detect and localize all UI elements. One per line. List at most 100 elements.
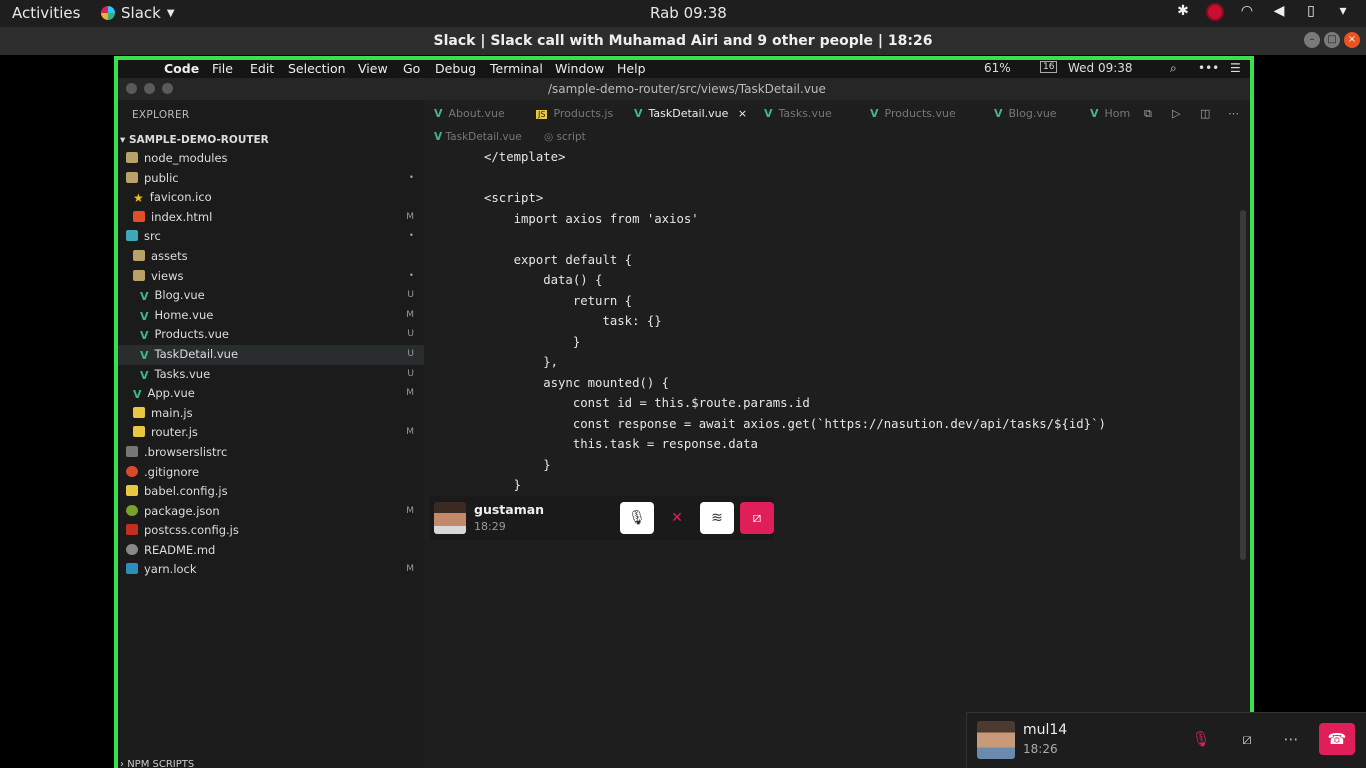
system-clock[interactable]: Rab 09:38 [650,4,727,22]
tab-close-icon[interactable]: × [738,107,747,120]
activities-button[interactable]: Activities [12,4,80,22]
file-tree-item[interactable]: package.json M [118,502,424,522]
file-tree-item[interactable]: .gitignore [118,463,424,483]
file-tree-item[interactable]: node_modules [118,149,424,169]
file-name: favicon.ico [149,190,212,205]
menu-help[interactable]: Help [617,61,646,76]
tab-tasks[interactable]: V Tasks.vue [764,107,832,120]
breadcrumb: V TaskDetail.vue ◎ script [424,128,1250,148]
power-menu-icon[interactable]: ▾ [1334,3,1352,21]
editor-scrollbar[interactable] [1240,210,1246,560]
code-line: }, [484,355,559,369]
tab-taskdetail[interactable]: V TaskDetail.vue × [634,107,747,120]
close-icon[interactable]: × [1344,32,1360,48]
file-tree-item[interactable]: V App.vue M [118,384,424,404]
mic-off-icon[interactable]: 🎙 [1183,723,1219,755]
more-icon[interactable]: ••• [1198,61,1219,75]
microphone-icon[interactable]: 🎙 [620,502,654,534]
slack-tray-icon[interactable]: ✱ [1174,3,1192,21]
volume-icon[interactable]: ◀ [1270,3,1288,21]
tab-about[interactable]: V About.vue [434,107,505,120]
tab-products[interactable]: V Products.vue [870,107,956,120]
file-tree-item[interactable]: postcss.config.js [118,521,424,541]
npm-scripts-section[interactable]: › NPM SCRIPTS [120,759,194,768]
menu-file[interactable]: File [212,61,233,76]
battery-icon[interactable]: ▯ [1302,3,1320,21]
code-editor[interactable]: </template> <script> import axios from 'a… [424,150,1250,710]
file-name: Blog.vue [154,288,205,303]
npm-scripts-label: NPM SCRIPTS [127,759,195,768]
tab-home[interactable]: V Hom [1090,107,1130,120]
file-tree-item[interactable]: README.md [118,541,424,561]
file-tree-item[interactable]: assets [118,247,424,267]
file-tree-item[interactable]: ★ favicon.ico [118,188,424,208]
tab-blog[interactable]: V Blog.vue [994,107,1057,120]
traffic-zoom-icon[interactable] [162,83,173,94]
compare-icon[interactable]: ⧉ [1144,107,1152,121]
vue-icon: V [140,348,149,362]
file-tree-item[interactable]: .browserslistrc [118,443,424,463]
info-icon [126,543,138,555]
shared-screen: Code File Edit Selection View Go Debug T… [114,56,1254,768]
file-tree-item[interactable]: public • [118,169,424,189]
traffic-close-icon[interactable] [126,83,137,94]
menu-terminal[interactable]: Terminal [490,61,543,76]
file-tree-item[interactable]: V Home.vue M [118,306,424,326]
maximize-icon[interactable]: □ [1324,32,1340,48]
file-name: Products.vue [154,327,229,342]
traffic-minimize-icon[interactable] [144,83,155,94]
screen-share-off-icon[interactable]: ⧄ [740,502,774,534]
record-indicator-icon[interactable] [1206,3,1224,21]
menu-go[interactable]: Go [403,61,420,76]
end-call-button[interactable]: ☎ [1319,723,1355,755]
list-icon[interactable]: ☰ [1230,61,1241,75]
menu-edit[interactable]: Edit [250,61,274,76]
menu-app-name[interactable]: Code [164,61,199,76]
minimize-icon[interactable]: – [1304,32,1320,48]
screen-draw-icon[interactable]: ≋ [700,502,734,534]
menu-debug[interactable]: Debug [435,61,476,76]
app-menu[interactable]: Slack ▼ [101,4,175,22]
search-icon[interactable]: ⌕ [1170,61,1177,76]
file-tree-item[interactable]: babel.config.js [118,482,424,502]
git-status-badge: M [406,505,414,516]
more-actions-icon[interactable]: ⋯ [1228,107,1239,120]
file-name: .gitignore [144,464,200,479]
file-path: /sample-demo-router/src/views/TaskDetail… [548,82,826,96]
mac-clock[interactable]: Wed 09:38 [1068,61,1133,75]
file-tree-item[interactable]: V Products.vue U [118,325,424,345]
self-time: 18:26 [1023,742,1058,756]
tab-products-js[interactable]: JS Products.js [536,107,613,120]
vue-icon: V [434,107,443,120]
run-icon[interactable]: ▷ [1172,107,1180,120]
file-tree-item[interactable]: yarn.lock M [118,560,424,580]
more-icon[interactable]: ⋯ [1273,723,1309,755]
git-status-badge: M [406,427,414,438]
file-tree-item[interactable]: main.js [118,404,424,424]
tab-label: Products.vue [884,107,956,120]
wifi-icon[interactable]: ◠ [1238,3,1256,21]
project-root[interactable]: ▾ SAMPLE-DEMO-ROUTER [120,134,269,146]
tab-label: Products.js [553,107,614,120]
file-name: babel.config.js [144,484,228,499]
file-tree: node_modules public • ★ favicon.ico index.htm… [118,149,424,580]
menu-window[interactable]: Window [555,61,604,76]
video-off-icon[interactable]: ⧄ [1229,723,1265,755]
mute-participant-icon[interactable]: ✕ [660,502,694,534]
file-tree-item[interactable]: V Tasks.vue U [118,365,424,385]
file-tree-item[interactable]: views • [118,267,424,287]
file-tree-item[interactable]: router.js M [118,423,424,443]
breadcrumb-file[interactable]: V TaskDetail.vue [434,131,522,143]
file-name: index.html [151,209,213,224]
menu-view[interactable]: View [358,61,388,76]
menu-selection[interactable]: Selection [288,61,346,76]
calendar-badge[interactable]: 16 [1040,61,1058,73]
file-name: package.json [144,503,220,518]
file-tree-item[interactable]: src • [118,227,424,247]
breadcrumb-symbol[interactable]: ◎ script [544,131,586,143]
window-title: Slack | Slack call with Muhamad Airi and… [0,27,1366,55]
file-tree-item[interactable]: index.html M [118,208,424,228]
file-tree-item[interactable]: V TaskDetail.vue U [118,344,424,365]
split-editor-icon[interactable]: ◫ [1200,107,1210,120]
file-tree-item[interactable]: V Blog.vue U [118,286,424,306]
